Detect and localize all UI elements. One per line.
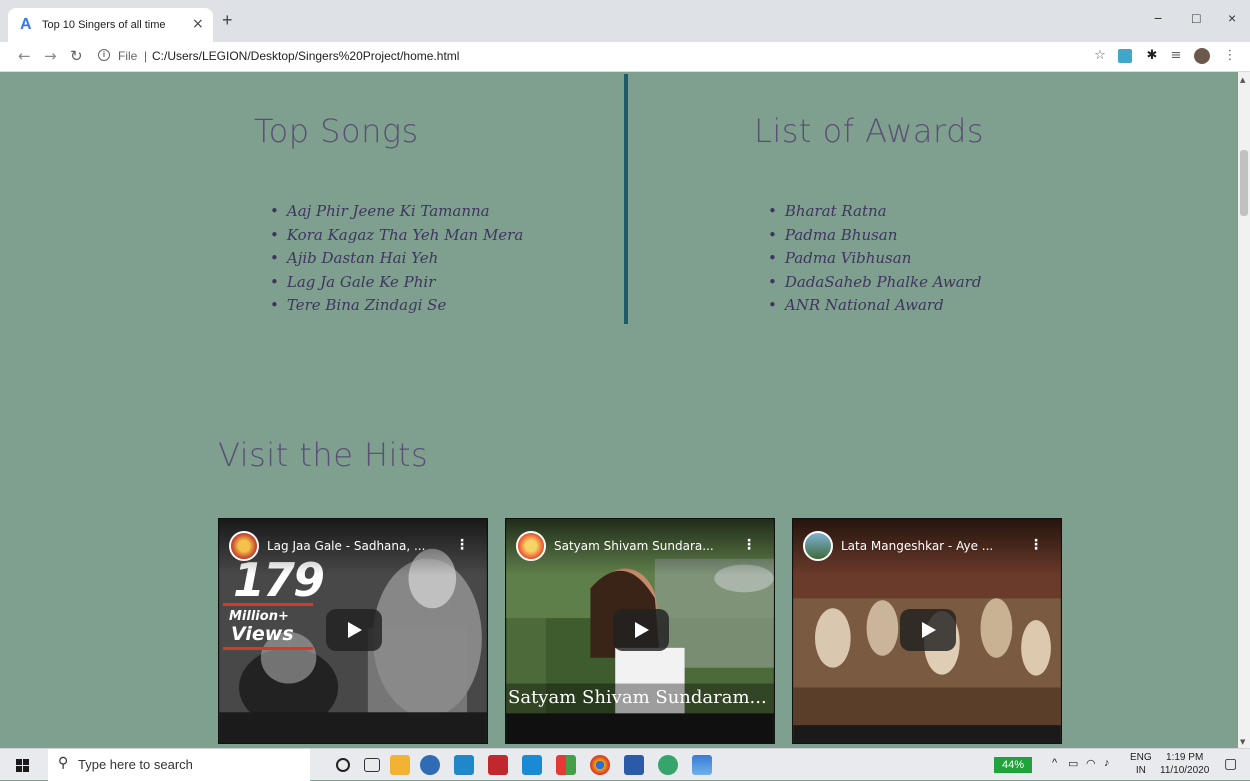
reload-icon[interactable]: ↻ xyxy=(70,47,83,65)
list-item: Bharat Ratna xyxy=(768,200,981,224)
forward-arrow-icon[interactable]: → xyxy=(44,47,57,65)
red-accent-line xyxy=(223,647,313,650)
lang-line2: IN xyxy=(1135,765,1146,776)
extension-icon[interactable] xyxy=(1118,49,1132,63)
list-item: DadaSaheb Phalke Award xyxy=(768,271,982,295)
photos-icon[interactable] xyxy=(692,755,712,775)
close-window-button[interactable]: × xyxy=(1228,10,1236,26)
mcafee-icon[interactable] xyxy=(488,755,508,775)
windows-taskbar: ⚲ Type here to search 44% ^ ▭ ◠ ♪ ENG IN… xyxy=(0,748,1250,781)
video-embed-2[interactable]: Satyam Shivam Sundaram... Satyam Shivam … xyxy=(505,518,775,744)
play-icon[interactable] xyxy=(613,609,669,651)
video-overlay-text: Satyam Shivam Sundaram... xyxy=(508,687,767,708)
address-url[interactable]: C:/Users/LEGION/Desktop/Singers%20Projec… xyxy=(152,49,459,63)
task-view-icon[interactable] xyxy=(364,758,380,772)
skype-icon[interactable] xyxy=(420,755,440,775)
maximize-button[interactable]: □ xyxy=(1192,10,1200,26)
favicon-a-icon: A xyxy=(20,16,32,33)
channel-avatar[interactable] xyxy=(803,531,833,561)
app-colorful-icon[interactable] xyxy=(556,755,576,775)
scroll-thumb[interactable] xyxy=(1240,150,1248,216)
address-bar[interactable]: i File | C:/Users/LEGION/Desktop/Singers… xyxy=(94,45,1184,69)
language-indicator[interactable]: ENG IN xyxy=(1130,751,1152,777)
top-songs-heading: Top Songs xyxy=(254,112,419,150)
awards-heading: List of Awards xyxy=(754,112,985,150)
video-title[interactable]: Lag Jaa Gale - Sadhana, ... xyxy=(267,539,457,553)
wifi-icon[interactable]: ◠ xyxy=(1086,757,1096,770)
list-item: Kora Kagaz Tha Yeh Man Mera xyxy=(270,224,523,248)
tab-title: Top 10 Singers of all time xyxy=(42,19,166,31)
search-icon: ⚲ xyxy=(58,755,69,771)
reading-list-icon[interactable]: ≡ xyxy=(1168,48,1184,64)
vertical-divider xyxy=(624,74,628,324)
top-songs-list: Aaj Phir Jeene Ki Tamanna Kora Kagaz Tha… xyxy=(270,200,523,318)
back-arrow-icon[interactable]: ← xyxy=(18,47,31,65)
notification-icon[interactable]: ▢ xyxy=(1224,755,1237,772)
system-clock[interactable]: 1:19 PM 11/10/2020 xyxy=(1160,751,1209,777)
page-content: Top Songs Aaj Phir Jeene Ki Tamanna Kora… xyxy=(0,72,1238,748)
word-icon[interactable] xyxy=(624,755,644,775)
clock-date: 11/10/2020 xyxy=(1160,765,1210,776)
list-item: Padma Vibhusan xyxy=(768,247,981,271)
more-menu-icon[interactable]: ⋮ xyxy=(1222,48,1238,64)
lang-line1: ENG xyxy=(1130,752,1152,763)
clock-time: 1:19 PM xyxy=(1166,752,1204,763)
video-menu-icon[interactable]: ⋮ xyxy=(742,537,756,553)
scroll-down-icon[interactable]: ▼ xyxy=(1240,738,1245,746)
minimize-button[interactable]: − xyxy=(1154,10,1162,26)
video-title[interactable]: Satyam Shivam Sundara... xyxy=(554,539,744,553)
list-item: Ajib Dastan Hai Yeh xyxy=(270,247,523,271)
battery-icon[interactable]: ▭ xyxy=(1068,757,1078,770)
list-item: ANR National Award xyxy=(768,294,981,318)
play-icon[interactable] xyxy=(326,609,382,651)
volume-icon[interactable]: ♪ xyxy=(1104,757,1110,769)
browser-tab[interactable]: A Top 10 Singers of all time × xyxy=(8,8,213,42)
list-item: Aaj Phir Jeene Ki Tamanna xyxy=(270,200,523,224)
chrome-icon[interactable] xyxy=(590,755,610,775)
video-embed-3[interactable]: Lata Mangeshkar - Aye ... ⋮ xyxy=(792,518,1062,744)
channel-avatar[interactable] xyxy=(516,531,546,561)
address-scheme: File xyxy=(118,49,138,63)
tab-close-button[interactable]: × xyxy=(192,16,204,32)
browser-toolbar: ← → ↻ i File | C:/Users/LEGION/Desktop/S… xyxy=(0,42,1250,72)
app-green-icon[interactable] xyxy=(658,755,678,775)
info-icon[interactable]: i xyxy=(98,49,110,61)
profile-avatar-icon[interactable] xyxy=(1194,48,1210,64)
app-l-icon[interactable] xyxy=(454,755,474,775)
video-menu-icon[interactable]: ⋮ xyxy=(455,537,469,553)
taskbar-search-placeholder: Type here to search xyxy=(78,757,193,772)
video-embed-1[interactable]: 179 Million+ Views Lag Jaa Gale - Sadhan… xyxy=(218,518,488,744)
cortana-icon[interactable] xyxy=(336,758,350,772)
windows-start-icon[interactable] xyxy=(16,759,30,772)
list-item: Padma Bhusan xyxy=(768,224,981,248)
video-title[interactable]: Lata Mangeshkar - Aye ... xyxy=(841,539,1031,553)
page-scrollbar[interactable]: ▲ ▼ xyxy=(1238,72,1250,748)
list-item: Tere Bina Zindagi Se xyxy=(270,294,523,318)
outlook-icon[interactable] xyxy=(522,755,542,775)
awards-list: Bharat Ratna Padma Bhusan Padma Vibhusan… xyxy=(768,200,982,318)
address-separator: | xyxy=(144,49,148,63)
puzzle-icon[interactable]: ✱ xyxy=(1144,48,1160,64)
play-icon[interactable] xyxy=(900,609,956,651)
hits-heading: Visit the Hits xyxy=(218,436,429,474)
taskbar-search-box[interactable]: ⚲ Type here to search xyxy=(48,749,310,781)
video-menu-icon[interactable]: ⋮ xyxy=(1029,537,1043,553)
million-label: Million+ xyxy=(229,609,289,624)
channel-avatar[interactable] xyxy=(229,531,259,561)
new-tab-button[interactable]: + xyxy=(222,10,233,31)
browser-tab-bar: A Top 10 Singers of all time × + − □ × xyxy=(0,0,1250,42)
list-item: Lag Ja Gale Ke Phir xyxy=(270,271,523,295)
tray-chevron-icon[interactable]: ^ xyxy=(1052,757,1057,769)
file-explorer-icon[interactable] xyxy=(390,755,410,775)
star-icon[interactable]: ☆ xyxy=(1092,48,1108,64)
views-label: Views xyxy=(231,623,294,645)
scroll-up-icon[interactable]: ▲ xyxy=(1240,76,1245,84)
battery-indicator[interactable]: 44% xyxy=(994,757,1032,773)
